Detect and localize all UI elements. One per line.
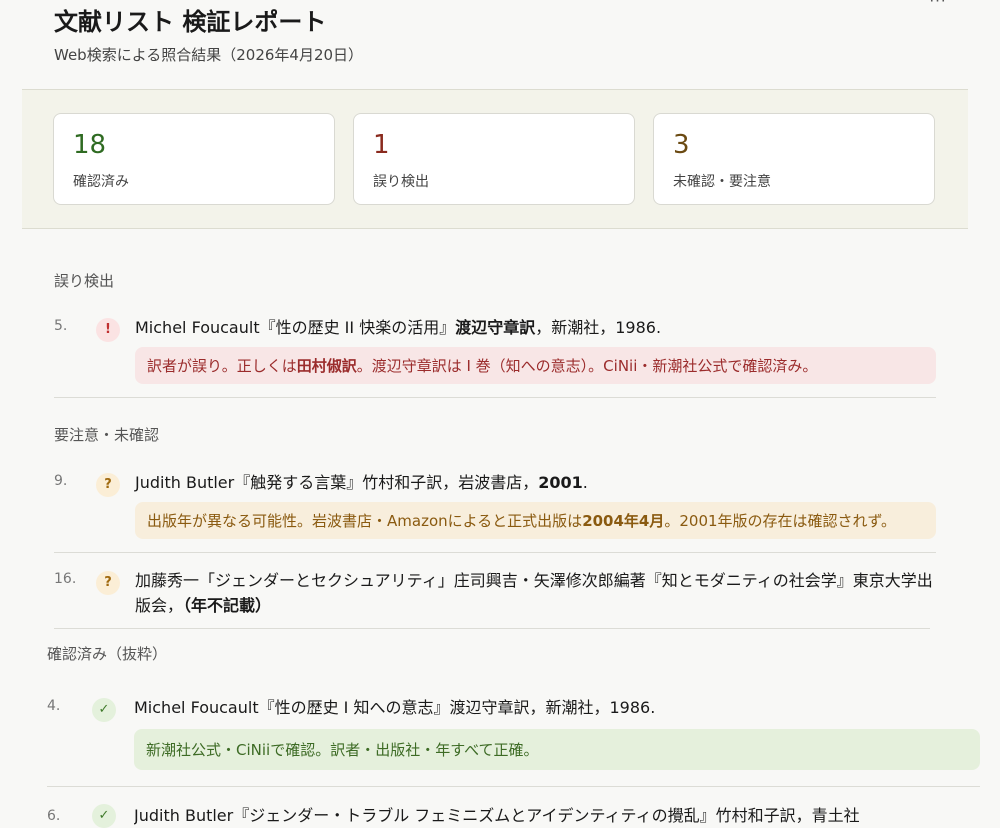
warning-icon: ? [96,571,120,595]
entry-number: 4. [47,698,61,714]
entry-number: 5. [54,318,68,334]
summary-label: 確認済み [73,174,129,190]
check-icon: ✓ [92,698,116,722]
reference-text: Michel Foucault『性の歴史 I 知への意志』渡辺守章訳，新潮社，1… [134,698,656,717]
error-icon: ! [96,318,120,342]
entry-number: 6. [47,808,61,824]
summary-label: 未確認・要注意 [673,174,771,190]
section-heading-errors: 誤り検出 [54,272,115,290]
divider [54,397,936,398]
section-heading-confirmed: 確認済み（抜粋） [47,645,168,663]
reference-text: Judith Butler『ジェンダー・トラブル フェミニズムとアイデンティティ… [134,806,860,825]
more-horizontal-icon: ··· [929,0,947,10]
divider [54,628,930,629]
summary-value: 3 [673,130,690,160]
check-icon: ✓ [92,804,116,828]
divider [54,552,936,553]
reference-text: 加藤秀一「ジェンダーとセクシュアリティ」庄司興吉・矢澤修次郎編著『知とモダニティ… [135,571,933,615]
summary-value: 18 [73,130,107,160]
page-title: 文献リスト 検証レポート [54,8,327,36]
summary-panel: 18 確認済み 1 誤り検出 3 未確認・要注意 [22,89,968,229]
section-heading-warnings: 要注意・未確認 [54,426,160,444]
summary-card-confirmed: 18 確認済み [53,113,335,205]
error-note: 訳者が誤り。正しくは 田村俶訳 。渡辺守章訳は I 巻（知への意志）。CiNii・… [135,347,936,384]
more-options-button[interactable]: ··· [922,0,954,12]
confirmed-note: 新潮社公式・CiNiiで確認。訳者・出版社・年すべて正確。 [134,729,980,770]
summary-label: 誤り検出 [373,174,429,190]
divider [47,786,980,787]
warning-icon: ? [96,473,120,497]
summary-value: 1 [373,130,390,160]
entry-number: 9. [54,473,68,489]
reference-text: Judith Butler『触発する言葉』竹村和子訳，岩波書店，2001. [135,473,588,492]
warning-note: 出版年が異なる可能性。岩波書店・Amazonによると正式出版は 2004年4月。… [135,502,936,539]
page-subtitle: Web検索による照合結果（2026年4月20日） [54,46,364,64]
reference-text: Michel Foucault『性の歴史 II 快楽の活用』渡辺守章訳，新潮社，… [135,318,662,337]
summary-card-errors: 1 誤り検出 [353,113,635,205]
entry-number: 16. [54,571,77,587]
summary-card-warnings: 3 未確認・要注意 [653,113,935,205]
